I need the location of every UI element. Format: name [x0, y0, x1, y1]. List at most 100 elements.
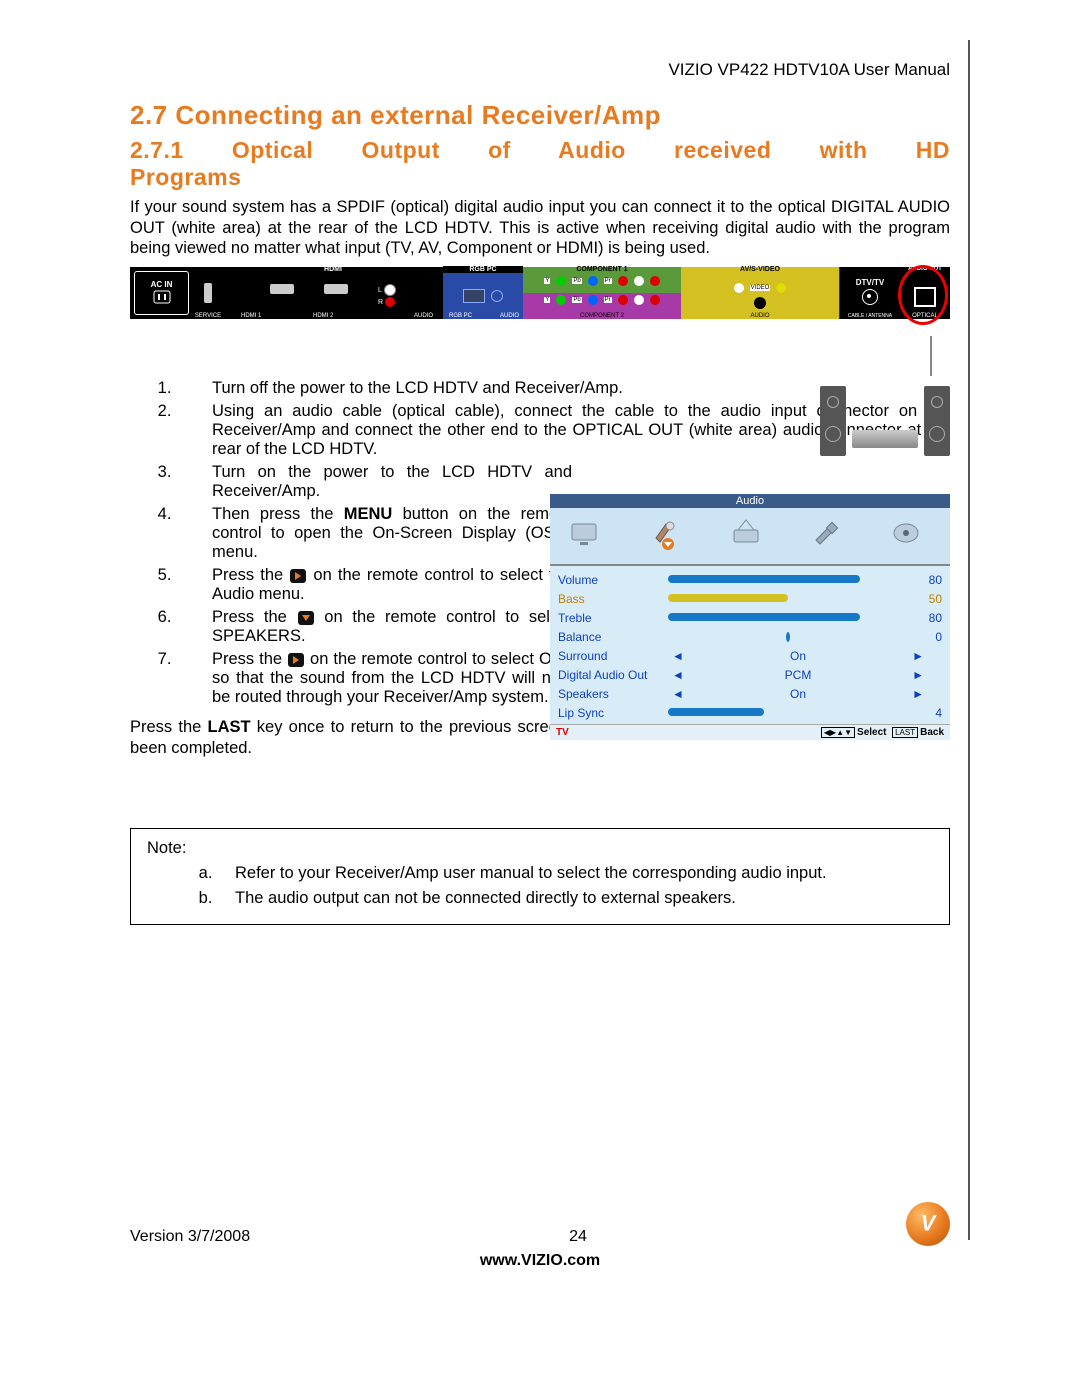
osd-value: On — [688, 687, 908, 701]
osd-tab-audio-icon — [648, 518, 692, 554]
osd-select-label: Select — [857, 727, 886, 738]
osd-value: 80 — [908, 611, 942, 625]
osd-back-label: Back — [920, 727, 944, 738]
osd-foot-source: TV — [556, 727, 569, 738]
osd-label: Surround — [558, 649, 668, 663]
osd-nav-key-icon: ◀▶▲▼ — [821, 727, 855, 738]
osd-slider — [668, 594, 908, 604]
osd-value: 4 — [908, 706, 942, 720]
panel-service: SERVICE — [193, 267, 223, 319]
osd-slider — [668, 613, 908, 623]
optical-cable-icon — [930, 336, 932, 376]
arrow-left-icon: ◄ — [668, 649, 688, 663]
step-7-pre: Press the — [212, 650, 287, 668]
osd-value: 0 — [908, 630, 942, 644]
rgb-label-bot: RGB PC — [449, 313, 472, 319]
osd-row-speakers: Speakers◄On► — [558, 684, 942, 703]
arrow-right-icon: ► — [908, 668, 928, 682]
footer-version: Version 3/7/2008 — [130, 1228, 250, 1246]
osd-row-surround: Surround◄On► — [558, 646, 942, 665]
osd-slider — [668, 708, 908, 718]
osd-row-lip-sync: Lip Sync4 — [558, 703, 942, 722]
osd-tab-parental-icon — [888, 518, 932, 554]
panel-rgb: RGB PC RGB PC AUDIO — [443, 267, 523, 319]
step-5-pre: Press the — [212, 566, 289, 584]
osd-tab-setup-icon — [808, 518, 852, 554]
rgb-label-top: RGB PC — [443, 266, 523, 273]
osd-row-treble: Treble 80 — [558, 608, 942, 627]
avs-audio-label: AUDIO — [750, 313, 769, 319]
osd-label: Digital Audio Out — [558, 668, 668, 682]
osd-row-digital-audio-out: Digital Audio Out◄PCM► — [558, 665, 942, 684]
remote-right-icon-2 — [288, 653, 304, 667]
subsection-heading: 2.7.1 Optical Output of Audio received w… — [130, 137, 950, 191]
osd-foot-right: ◀▶▲▼Select LASTBack — [821, 727, 944, 738]
arrow-right-icon: ► — [908, 687, 928, 701]
avs-label: AV/S-VIDEO — [681, 266, 839, 273]
optical-highlight-circle — [898, 265, 948, 325]
osd-row-balance: Balance 0 — [558, 627, 942, 646]
left-speaker-icon — [820, 386, 846, 456]
osd-label: Treble — [558, 611, 668, 625]
subsection-line2: Programs — [130, 164, 950, 191]
tv-back-panel-diagram: AC IN SERVICE HDMI L R HDMI 1 HDMI 2 AUD… — [130, 267, 950, 319]
osd-title: Audio — [550, 494, 950, 508]
remote-down-icon — [298, 611, 314, 625]
footer-url: www.VIZIO.com — [130, 1252, 950, 1270]
osd-audio-menu: Audio Volume80 Bass 50 Treble 80 Balance 0 Surr… — [550, 494, 950, 740]
step-3: Turn on the power to the LCD HDTV and Re… — [176, 463, 572, 501]
hdmi-label: HDMI — [223, 266, 443, 273]
osd-label: Bass — [558, 592, 668, 606]
page-border — [968, 40, 970, 1240]
arrow-right-icon: ► — [908, 649, 928, 663]
dtv-label: DTV/TV — [856, 278, 884, 287]
osd-label: Volume — [558, 573, 668, 587]
hdmi-audio-label: AUDIO — [414, 313, 433, 319]
note-box: Note: Refer to your Receiver/Amp user ma… — [130, 828, 950, 925]
osd-body: Volume80Bass50Treble80Balance0Surround◄O… — [550, 566, 950, 724]
osd-row-bass: Bass 50 — [558, 589, 942, 608]
note-title: Note: — [147, 839, 933, 858]
service-label: SERVICE — [195, 313, 221, 319]
step-6-pre: Press the — [212, 608, 297, 626]
page-footer: Version 3/7/2008 24 www.VIZIO.com — [130, 1202, 950, 1270]
osd-label: Speakers — [558, 687, 668, 701]
step-5: Press the on the remote control to selec… — [176, 566, 572, 604]
header-product: VIZIO VP422 HDTV10A User Manual — [130, 60, 950, 80]
step-4-pre: Then press the — [212, 505, 344, 523]
panel-dtv: DTV/TV CABLE / ANTENNA — [839, 267, 900, 319]
receiver-amp-icon — [852, 430, 918, 448]
step-1: Turn off the power to the LCD HDTV and R… — [176, 379, 772, 398]
right-speaker-icon — [924, 386, 950, 456]
osd-footer: TV ◀▶▲▼Select LASTBack — [550, 724, 950, 740]
remote-right-icon — [290, 569, 306, 583]
note-b: The audio output can not be connected di… — [217, 889, 933, 908]
intro-paragraph: If your sound system has a SPDIF (optica… — [130, 197, 950, 259]
comp2-label: COMPONENT 2 — [523, 313, 681, 319]
power-socket-icon — [152, 289, 172, 305]
comp1-label: COMPONENT 1 — [523, 266, 681, 273]
osd-value: 50 — [908, 592, 942, 606]
osd-tab-tuner-icon — [728, 518, 772, 554]
panel-acin: AC IN — [134, 271, 189, 315]
osd-slider — [668, 632, 908, 642]
panel-hdmi: HDMI L R HDMI 1 HDMI 2 AUDIO — [223, 267, 443, 319]
osd-label: Balance — [558, 630, 668, 644]
panel-avs: AV/S-VIDEO VIDEO AUDIO — [681, 267, 839, 319]
last-para-bold: LAST — [208, 718, 251, 736]
hdmi2-label: HDMI 2 — [313, 313, 333, 319]
step-4: Then press the MENU button on the remote… — [176, 505, 572, 562]
osd-row-volume: Volume80 — [558, 570, 942, 589]
osd-last-key-icon: LAST — [892, 727, 918, 738]
panel-optical: AUDIO OUT OPTICAL — [900, 267, 950, 319]
arrow-left-icon: ◄ — [668, 668, 688, 682]
hdmi1-label: HDMI 1 — [241, 313, 261, 319]
rgb-audio-label: AUDIO — [500, 313, 519, 319]
step-7: Press the on the remote control to selec… — [176, 650, 572, 707]
arrow-left-icon: ◄ — [668, 687, 688, 701]
subsection-line1: 2.7.1 Optical Output of Audio received w… — [130, 137, 950, 163]
osd-value: On — [688, 649, 908, 663]
vizio-logo-icon — [906, 1202, 950, 1246]
last-para-pre: Press the — [130, 718, 208, 736]
note-a: Refer to your Receiver/Amp user manual t… — [217, 864, 933, 883]
